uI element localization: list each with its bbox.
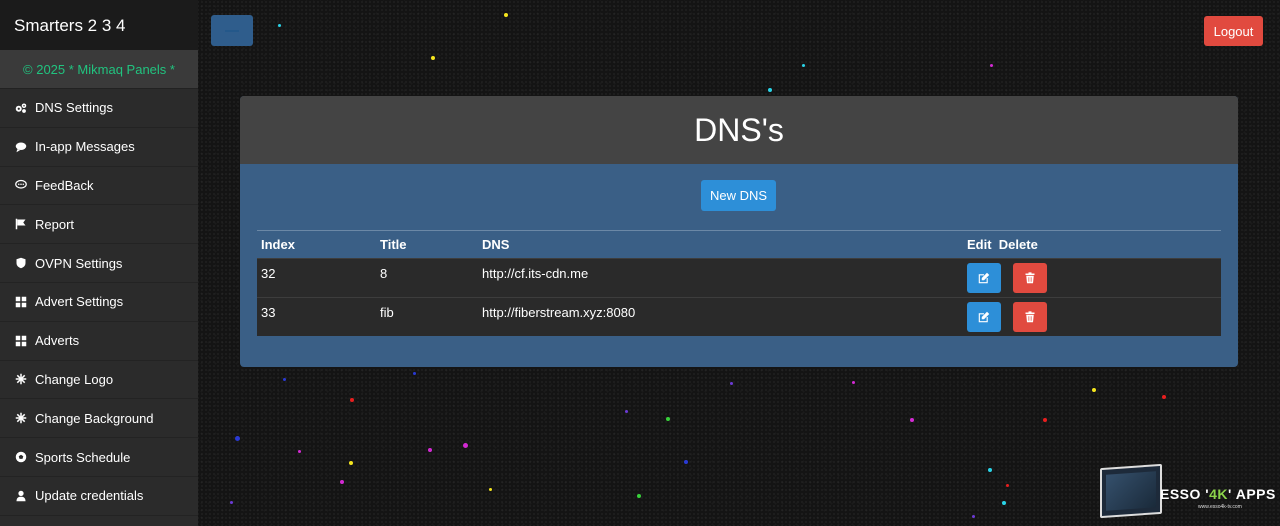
sidebar-item-in-app-messages[interactable]: In-app Messages — [0, 128, 198, 167]
snowflake-icon — [14, 412, 27, 425]
edit-button[interactable] — [967, 302, 1001, 332]
edit-icon — [978, 311, 990, 323]
soccer-ball-icon — [14, 451, 27, 464]
table-row: 33 fib http://fiberstream.xyz:8080 — [257, 297, 1221, 336]
sidebar-item-change-background[interactable]: Change Background — [0, 399, 198, 439]
cell-index: 33 — [261, 305, 276, 320]
panel-title: DNS's — [240, 96, 1238, 164]
column-header-title: Title — [380, 237, 407, 252]
sidebar-item-label: Sports Schedule — [35, 449, 131, 465]
column-header-index: Index — [261, 237, 295, 252]
flag-icon — [14, 218, 27, 231]
table-header: Index Title DNS Edit Delete — [257, 231, 1221, 258]
cell-index: 32 — [261, 266, 276, 281]
cell-title: 8 — [380, 266, 388, 281]
sidebar-item-label: Update credentials — [35, 488, 144, 504]
sidebar: Smarters 2 3 4 © 2025 * Mikmaq Panels * … — [0, 0, 198, 526]
brand-title[interactable]: Smarters 2 3 4 — [0, 0, 198, 50]
dns-table: Index Title DNS Edit Delete 32 8 http://… — [257, 230, 1221, 336]
shield-icon — [14, 257, 27, 270]
new-dns-button[interactable]: New DNS — [701, 180, 776, 211]
delete-button[interactable] — [1013, 302, 1047, 332]
trash-icon — [1025, 311, 1035, 323]
sidebar-item-adverts[interactable]: Adverts — [0, 322, 198, 361]
watermark-url: www.esso4k-tv.com — [1198, 504, 1242, 510]
th-large-icon — [14, 295, 27, 308]
monitor-icon — [1100, 463, 1162, 519]
cell-dns: http://cf.its-cdn.me — [482, 266, 589, 281]
trash-icon — [1025, 272, 1035, 284]
delete-button[interactable] — [1013, 263, 1047, 293]
column-header-dns: DNS — [482, 237, 510, 252]
sidebar-item-update-credentials[interactable]: Update credentials — [0, 477, 198, 516]
table-row: 32 8 http://cf.its-cdn.me — [257, 258, 1221, 297]
user-icon — [14, 489, 27, 502]
sidebar-item-report[interactable]: Report — [0, 205, 198, 245]
sidebar-item-label: DNS Settings — [35, 100, 114, 116]
comment-icon — [14, 140, 27, 153]
sidebar-item-label: Change Logo — [35, 371, 114, 387]
edit-button[interactable] — [967, 263, 1001, 293]
sidebar-item-ovpn-settings[interactable]: OVPN Settings — [0, 244, 198, 283]
sidebar-item-label: In-app Messages — [35, 139, 135, 155]
sidebar-item-label: Change Background — [35, 410, 154, 426]
sidebar-item-sports-schedule[interactable]: Sports Schedule — [0, 438, 198, 477]
row-actions — [967, 302, 1047, 332]
copyright-text: © 2025 * Mikmaq Panels * — [0, 50, 198, 89]
watermark-logo: ESSO '4K' APPS www.esso4k-tv.com — [1098, 463, 1280, 526]
cell-dns: http://fiberstream.xyz:8080 — [482, 305, 636, 320]
cell-title: fib — [380, 305, 394, 320]
hamburger-icon — [225, 29, 239, 32]
watermark-text: ESSO '4K' APPS — [1160, 486, 1276, 502]
row-actions — [967, 263, 1047, 293]
dns-panel: DNS's New DNS Index Title DNS Edit Delet… — [240, 96, 1238, 367]
comment-dots-icon — [14, 179, 27, 192]
sidebar-item-label: Report — [35, 216, 75, 232]
sidebar-item-label: Adverts — [35, 333, 80, 349]
sidebar-item-label: OVPN Settings — [35, 255, 123, 271]
cogs-icon — [14, 101, 27, 114]
menu-toggle-button[interactable] — [211, 15, 253, 46]
logout-button[interactable]: Logout — [1204, 16, 1263, 46]
edit-icon — [978, 272, 990, 284]
column-header-actions: Edit Delete — [967, 237, 1038, 252]
sidebar-item-dns-settings[interactable]: DNS Settings — [0, 89, 198, 128]
th-large-icon — [14, 334, 27, 347]
sidebar-item-advert-settings[interactable]: Advert Settings — [0, 283, 198, 322]
sidebar-item-label: FeedBack — [35, 177, 94, 193]
sidebar-item-feedback[interactable]: FeedBack — [0, 167, 198, 206]
snowflake-icon — [14, 373, 27, 386]
sidebar-item-change-logo[interactable]: Change Logo — [0, 361, 198, 400]
sidebar-item-label: Advert Settings — [35, 294, 124, 310]
